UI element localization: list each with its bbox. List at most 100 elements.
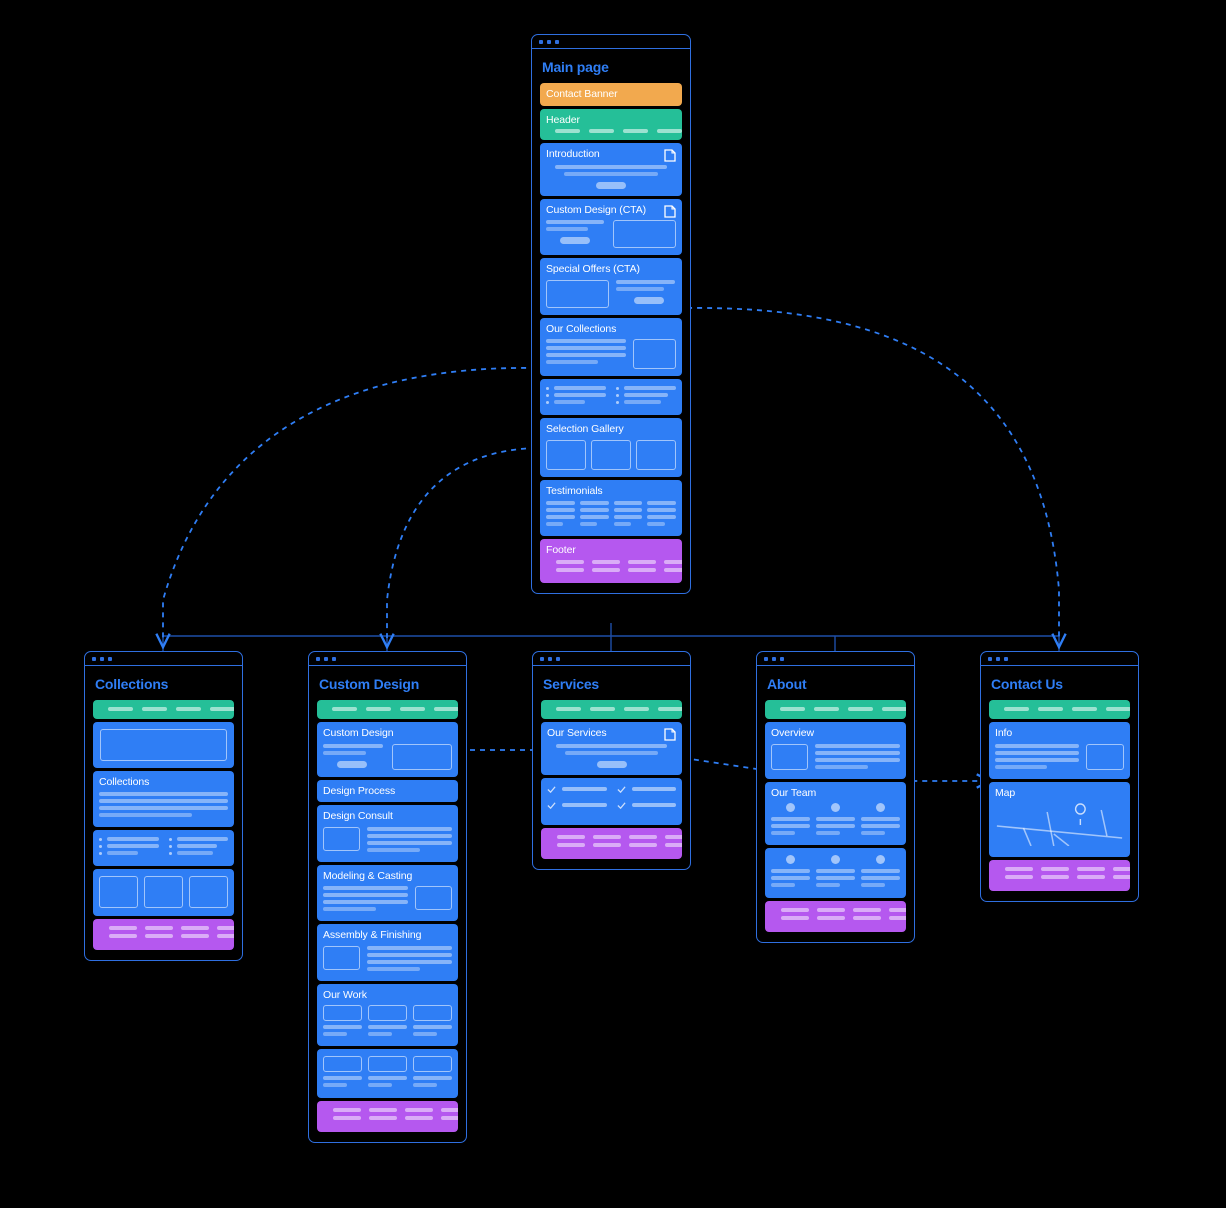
cta-button-placeholder[interactable]	[596, 181, 626, 189]
section-footer[interactable]	[317, 1101, 458, 1133]
window-titlebar	[309, 652, 466, 666]
hero-image-placeholder	[100, 729, 227, 762]
cta-button-placeholder[interactable]	[560, 237, 590, 245]
nav-strip	[995, 707, 1130, 712]
connector-contact-us	[686, 307, 1059, 640]
section-introduction[interactable]: Introduction	[540, 143, 682, 196]
gallery-tile[interactable]	[546, 439, 586, 470]
section-testimonials[interactable]: Testimonials	[540, 479, 682, 537]
section-hero[interactable]	[93, 722, 234, 769]
page-card-contact-us[interactable]: Contact Us Info Map	[980, 651, 1139, 903]
section-label: Our Services	[547, 727, 607, 740]
section-footer[interactable]	[765, 901, 906, 933]
work-card[interactable]	[368, 1056, 407, 1090]
section-assembly-finishing[interactable]: Assembly & Finishing	[317, 924, 458, 981]
footer-strip	[99, 925, 234, 942]
section-footer[interactable]	[989, 860, 1130, 892]
work-card[interactable]	[323, 1005, 362, 1039]
section-footer[interactable]: Footer	[540, 539, 682, 583]
nav-strip	[323, 707, 458, 712]
window-dot-1	[540, 656, 544, 661]
document-icon	[664, 149, 676, 163]
avatar	[831, 803, 840, 813]
skeleton-line	[555, 164, 667, 169]
section-footer[interactable]	[541, 827, 682, 859]
page-card-collections[interactable]: Collections Collections	[84, 651, 243, 961]
section-design-consult[interactable]: Design Consult	[317, 805, 458, 862]
section-header[interactable]	[765, 700, 906, 720]
window-titlebar	[85, 652, 242, 666]
gallery-tile[interactable]	[99, 875, 138, 908]
section-our-work-more[interactable]	[317, 1049, 458, 1099]
text-column	[323, 743, 385, 768]
gallery-tile[interactable]	[189, 875, 228, 908]
section-header[interactable]	[989, 700, 1130, 720]
page-card-main[interactable]: Main page Contact Banner Header Introduc…	[531, 34, 691, 594]
work-card[interactable]	[413, 1005, 452, 1039]
section-modeling-casting[interactable]: Modeling & Casting	[317, 864, 458, 922]
work-card[interactable]	[368, 1005, 407, 1039]
section-header[interactable]	[93, 700, 234, 720]
section-collections-text[interactable]: Collections	[93, 771, 234, 827]
page-title: About	[767, 676, 807, 692]
footer-columns	[781, 908, 906, 924]
nav-strip	[547, 707, 682, 712]
text-column	[995, 743, 1079, 772]
section-contact-banner[interactable]: Contact Banner	[540, 83, 682, 106]
gallery-tile[interactable]	[144, 875, 183, 908]
footer-strip	[771, 908, 906, 924]
cta-button-placeholder[interactable]	[634, 296, 664, 304]
section-gallery[interactable]	[93, 868, 234, 916]
window-titlebar	[532, 35, 690, 49]
section-overview[interactable]: Overview	[765, 722, 906, 779]
section-selection-gallery[interactable]: Selection Gallery	[540, 418, 682, 477]
section-label: Custom Design	[323, 727, 394, 740]
section-map[interactable]: Map	[989, 781, 1130, 858]
section-our-collections[interactable]: Our Collections	[540, 317, 682, 377]
window-dot-1	[539, 39, 543, 44]
section-info[interactable]: Info	[989, 722, 1130, 779]
cta-button-placeholder[interactable]	[337, 760, 367, 768]
work-card[interactable]	[413, 1056, 452, 1090]
page-card-custom-design[interactable]: Custom Design Custom Design Design Proce…	[308, 651, 467, 1144]
footer-strip	[323, 1108, 458, 1124]
document-icon	[664, 728, 676, 742]
section-special-offers-cta[interactable]: Special Offers (CTA)	[540, 258, 682, 315]
window-dot-1	[316, 656, 320, 661]
gallery-tile[interactable]	[636, 439, 676, 470]
page-card-body: Collections Collections	[85, 666, 242, 960]
section-services-checklist[interactable]	[541, 777, 682, 825]
section-our-work[interactable]: Our Work	[317, 983, 458, 1047]
section-label: Special Offers (CTA)	[546, 263, 640, 276]
footer-columns	[557, 834, 682, 851]
gallery-tile[interactable]	[591, 439, 631, 470]
section-custom-design[interactable]: Custom Design	[317, 722, 458, 777]
bullet-columns	[99, 836, 228, 858]
section-header[interactable]: Header	[540, 108, 682, 141]
avatar	[831, 855, 840, 865]
section-our-services[interactable]: Our Services	[541, 722, 682, 775]
section-feature-bullets[interactable]	[93, 829, 234, 866]
section-our-team[interactable]: Our Team	[765, 781, 906, 846]
window-dot-2	[772, 656, 776, 661]
window-dot-3	[555, 39, 559, 44]
page-title: Services	[543, 676, 600, 692]
testimonial-item	[579, 501, 609, 529]
text-column	[367, 826, 452, 855]
footer-strip	[547, 834, 682, 851]
footer-strip	[546, 559, 682, 576]
section-footer[interactable]	[93, 918, 234, 950]
section-feature-bullets[interactable]	[540, 379, 682, 416]
section-header[interactable]	[317, 700, 458, 720]
section-our-team-more[interactable]	[765, 848, 906, 899]
section-design-process[interactable]: Design Process	[317, 779, 458, 803]
window-dot-3	[108, 656, 112, 661]
work-card[interactable]	[323, 1056, 362, 1090]
image-placeholder	[323, 826, 360, 851]
page-card-about[interactable]: About Overview Our Team	[756, 651, 915, 944]
section-custom-design-cta[interactable]: Custom Design (CTA)	[540, 198, 682, 256]
page-card-services[interactable]: Services Our Services	[532, 651, 691, 870]
section-header[interactable]	[541, 700, 682, 720]
checklist	[547, 785, 676, 817]
cta-button-placeholder[interactable]	[596, 760, 627, 768]
